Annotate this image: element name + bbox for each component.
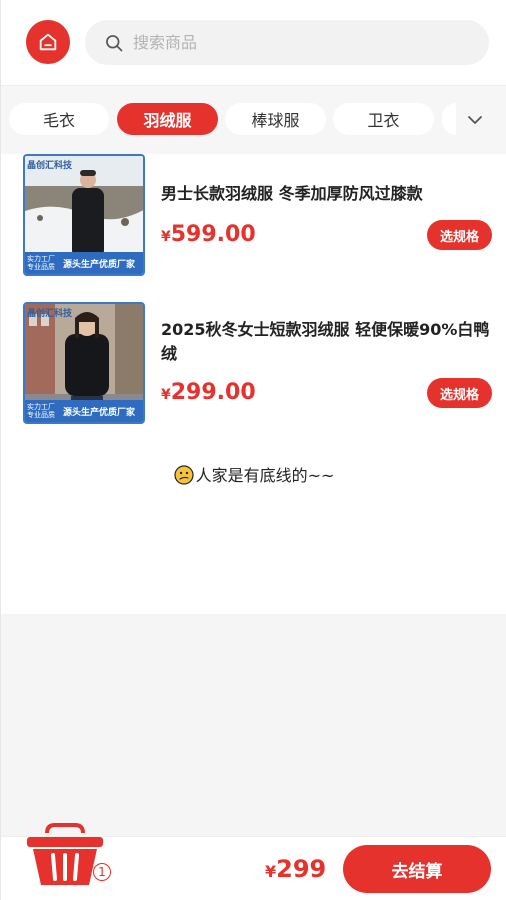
checkout-button[interactable]: 去结算 [343, 845, 491, 893]
thumb-tag: 源头生产优质厂家 [63, 259, 136, 270]
page: 毛衣 羽绒服 棒球服 卫衣 [0, 0, 506, 900]
thumb-brand: 晶创汇科技 [27, 161, 73, 171]
product-image[interactable]: 晶创汇科技 实力工厂 专业品质 源头生产优质厂家 [23, 154, 145, 276]
list-end-message: 人家是有底线的~~ [1, 462, 506, 486]
select-spec-button[interactable]: 选规格 [427, 220, 492, 250]
home-button[interactable] [26, 20, 70, 64]
tab-sweater[interactable]: 毛衣 [9, 103, 109, 135]
product-title[interactable]: 2025秋冬女士短款羽绒服 轻便保暖90%白鸭绒 [161, 318, 491, 366]
price-value: 599.00 [170, 222, 256, 247]
shopping-basket-icon [27, 823, 103, 885]
category-tabs: 毛衣 羽绒服 棒球服 卫衣 [1, 86, 506, 154]
cart-button[interactable] [25, 821, 105, 891]
product-price: ¥299.00 [161, 380, 256, 405]
tab-hoodie[interactable]: 卫衣 [333, 103, 434, 135]
price-currency: ¥ [161, 387, 171, 403]
product-item[interactable]: 晶创汇科技 实力工厂 专业品质 源头生产优质厂家 2025秋冬女士短款羽绒服 轻… [1, 302, 506, 426]
product-item[interactable]: 晶创汇科技 实力工厂 专业品质 源头生产优质厂家 男士长款羽绒服 冬季加厚防风过… [1, 154, 506, 278]
expand-categories-button[interactable] [457, 106, 493, 134]
search-input[interactable] [133, 33, 453, 52]
total-currency: ¥ [265, 862, 277, 881]
tab-baseball-jacket[interactable]: 棒球服 [225, 103, 326, 135]
home-icon [39, 33, 57, 51]
empty-area [1, 614, 506, 836]
thumb-banner: 实力工厂 专业品质 源头生产优质厂家 [25, 400, 143, 422]
total-value: 299 [276, 855, 327, 883]
cart-total: ¥299 [265, 855, 326, 883]
confused-face-icon [173, 465, 194, 485]
list-end-text: 人家是有底线的~~ [195, 466, 335, 485]
price-currency: ¥ [161, 229, 171, 245]
select-spec-button[interactable]: 选规格 [427, 378, 492, 408]
thumb-factory: 实力工厂 专业品质 [27, 255, 55, 271]
search-bar[interactable] [85, 20, 489, 65]
product-title[interactable]: 男士长款羽绒服 冬季加厚防风过膝款 [161, 182, 491, 206]
thumb-factory: 实力工厂 专业品质 [27, 403, 55, 419]
thumb-brand: 晶创汇科技 [27, 309, 73, 319]
thumb-tag: 源头生产优质厂家 [63, 407, 136, 418]
cart-count-badge: 1 [93, 863, 111, 881]
product-list: 晶创汇科技 实力工厂 专业品质 源头生产优质厂家 男士长款羽绒服 冬季加厚防风过… [1, 154, 506, 614]
price-value: 299.00 [170, 380, 256, 405]
product-price: ¥599.00 [161, 222, 256, 247]
search-icon [103, 32, 125, 54]
header [1, 0, 506, 86]
tab-down-jacket[interactable]: 羽绒服 [117, 103, 218, 135]
chevron-down-icon [468, 116, 482, 124]
thumb-banner: 实力工厂 专业品质 源头生产优质厂家 [25, 252, 143, 274]
bottom-bar: 1 ¥299 去结算 [1, 823, 506, 900]
tab-partial [442, 103, 456, 135]
product-image[interactable]: 晶创汇科技 实力工厂 专业品质 源头生产优质厂家 [23, 302, 145, 424]
